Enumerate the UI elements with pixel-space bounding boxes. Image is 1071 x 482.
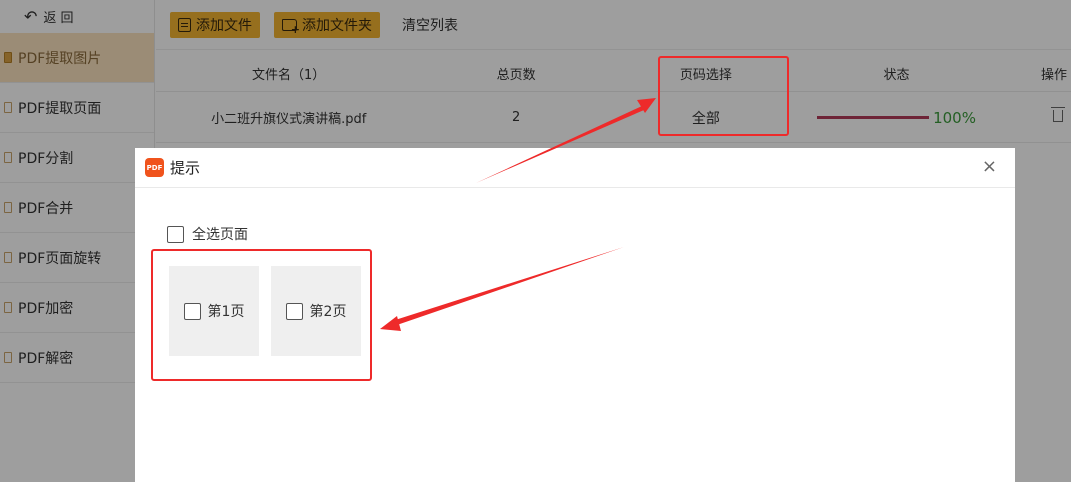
- dialog-header: PDF 提示 ×: [135, 148, 1015, 188]
- app-logo-icon: PDF: [145, 158, 164, 177]
- dialog-title: 提示: [170, 159, 201, 177]
- select-all-label: 全选页面: [192, 227, 248, 243]
- select-all-checkbox[interactable]: [167, 225, 184, 243]
- highlight-page-cards: [151, 249, 372, 381]
- highlight-page-selection: [658, 56, 789, 136]
- close-icon[interactable]: ×: [982, 157, 997, 177]
- select-all-pages[interactable]: 全选页面: [167, 224, 248, 244]
